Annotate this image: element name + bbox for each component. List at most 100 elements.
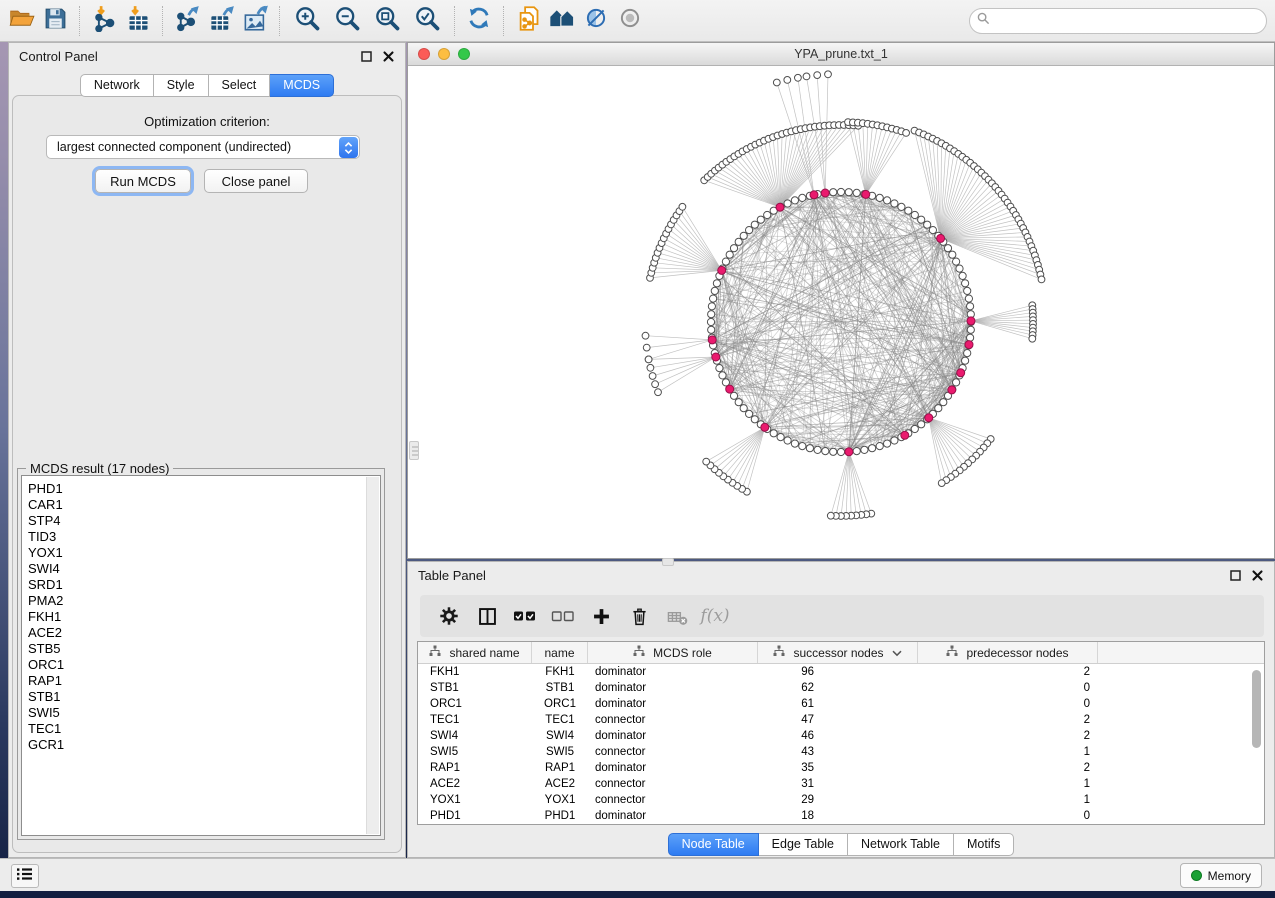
memory-button[interactable]: Memory: [1180, 863, 1262, 888]
zoom-fit-button[interactable]: [367, 4, 407, 38]
mcds-result-item[interactable]: PMA2: [28, 593, 380, 609]
table-cell-shared-name[interactable]: RAP1: [418, 762, 532, 774]
export-image-button[interactable]: [238, 4, 272, 38]
close-panel-icon[interactable]: [382, 50, 395, 63]
table-row[interactable]: ORC1ORC1dominator610: [418, 696, 1264, 712]
table-cell-shared-name[interactable]: FKH1: [418, 666, 532, 678]
import-table-button[interactable]: [121, 4, 155, 38]
mcds-result-item[interactable]: YOX1: [28, 545, 380, 561]
chevron-down-icon[interactable]: [892, 646, 902, 660]
column-header-predecessor-nodes[interactable]: predecessor nodes: [918, 642, 1098, 663]
table-cell-name[interactable]: TEC1: [532, 714, 588, 726]
table-cell-successor-nodes[interactable]: 46: [758, 730, 918, 742]
float-panel-icon[interactable]: [1229, 569, 1242, 582]
column-header-successor-nodes[interactable]: successor nodes: [758, 642, 918, 663]
table-cell-name[interactable]: RAP1: [532, 762, 588, 774]
table-row[interactable]: PHD1PHD1dominator180: [418, 808, 1264, 824]
run-mcds-button[interactable]: Run MCDS: [95, 169, 191, 193]
table-cell-successor-nodes[interactable]: 31: [758, 778, 918, 790]
table-cell-predecessor-nodes[interactable]: 1: [918, 794, 1098, 806]
tab-select[interactable]: Select: [209, 74, 271, 97]
mcds-result-item[interactable]: FKH1: [28, 609, 380, 625]
export-table-button[interactable]: [204, 4, 238, 38]
mcds-result-item[interactable]: SWI4: [28, 561, 380, 577]
add-column-icon[interactable]: [582, 597, 620, 635]
mcds-result-item[interactable]: SWI5: [28, 705, 380, 721]
table-cell-name[interactable]: PHD1: [532, 810, 588, 822]
table-cell-predecessor-nodes[interactable]: 0: [918, 810, 1098, 822]
table-cell-predecessor-nodes[interactable]: 2: [918, 666, 1098, 678]
table-row[interactable]: STB1STB1dominator620: [418, 680, 1264, 696]
table-cell-name[interactable]: YOX1: [532, 794, 588, 806]
table-cell-shared-name[interactable]: ACE2: [418, 778, 532, 790]
share-document-button[interactable]: [511, 4, 545, 38]
table-cell-successor-nodes[interactable]: 43: [758, 746, 918, 758]
export-network-button[interactable]: [170, 4, 204, 38]
table-row[interactable]: FKH1FKH1dominator962: [418, 664, 1264, 680]
table-cell-name[interactable]: FKH1: [532, 666, 588, 678]
import-network-button[interactable]: [87, 4, 121, 38]
gear-icon[interactable]: [430, 597, 468, 635]
search-box[interactable]: [969, 8, 1267, 34]
table-tab-node-table[interactable]: Node Table: [668, 833, 759, 856]
show-panels-button[interactable]: [11, 864, 39, 888]
mcds-result-item[interactable]: TID3: [28, 529, 380, 545]
mcds-result-item[interactable]: ACE2: [28, 625, 380, 641]
table-cell-predecessor-nodes[interactable]: 1: [918, 778, 1098, 790]
table-cell-name[interactable]: STB1: [532, 682, 588, 694]
network-canvas[interactable]: [408, 66, 1274, 558]
zoom-out-button[interactable]: [327, 4, 367, 38]
table-cell-mcds-role[interactable]: connector: [588, 794, 758, 806]
table-cell-successor-nodes[interactable]: 47: [758, 714, 918, 726]
table-cell-successor-nodes[interactable]: 62: [758, 682, 918, 694]
table-cell-mcds-role[interactable]: dominator: [588, 698, 758, 710]
mcds-result-item[interactable]: STB1: [28, 689, 380, 705]
open-session-button[interactable]: [4, 4, 38, 38]
table-row[interactable]: ACE2ACE2connector311: [418, 776, 1264, 792]
table-cell-shared-name[interactable]: PHD1: [418, 810, 532, 822]
table-cell-successor-nodes[interactable]: 35: [758, 762, 918, 774]
table-cell-name[interactable]: SWI5: [532, 746, 588, 758]
search-input[interactable]: [995, 13, 1266, 29]
refresh-button[interactable]: [462, 4, 496, 38]
zoom-window-button[interactable]: [458, 48, 470, 60]
table-row[interactable]: YOX1YOX1connector291: [418, 792, 1264, 808]
select-all-checkboxes-icon[interactable]: [506, 597, 544, 635]
table-tab-network-table[interactable]: Network Table: [848, 833, 954, 856]
zoom-in-button[interactable]: [287, 4, 327, 38]
mcds-result-list[interactable]: PHD1CAR1STP4TID3YOX1SWI4SRD1PMA2FKH1ACE2…: [21, 475, 381, 836]
table-row[interactable]: RAP1RAP1dominator352: [418, 760, 1264, 776]
table-cell-predecessor-nodes[interactable]: 0: [918, 682, 1098, 694]
table-cell-mcds-role[interactable]: connector: [588, 746, 758, 758]
deselect-all-checkboxes-icon[interactable]: [544, 597, 582, 635]
optimization-criterion-select[interactable]: largest connected component (undirected): [46, 135, 360, 159]
table-cell-mcds-role[interactable]: connector: [588, 778, 758, 790]
mcds-result-item[interactable]: TEC1: [28, 721, 380, 737]
column-header-mcds-role[interactable]: MCDS role: [588, 642, 758, 663]
table-cell-mcds-role[interactable]: dominator: [588, 730, 758, 742]
tab-network[interactable]: Network: [80, 74, 154, 97]
mcds-result-item[interactable]: RAP1: [28, 673, 380, 689]
table-cell-predecessor-nodes[interactable]: 2: [918, 730, 1098, 742]
table-row[interactable]: TEC1TEC1connector472: [418, 712, 1264, 728]
table-cell-predecessor-nodes[interactable]: 2: [918, 762, 1098, 774]
save-session-button[interactable]: [38, 4, 72, 38]
tab-mcds[interactable]: MCDS: [270, 74, 334, 97]
table-cell-shared-name[interactable]: STB1: [418, 682, 532, 694]
mcds-list-scrollbar[interactable]: [366, 477, 379, 834]
table-scrollbar-thumb[interactable]: [1252, 670, 1261, 748]
table-cell-shared-name[interactable]: ORC1: [418, 698, 532, 710]
table-cell-shared-name[interactable]: SWI4: [418, 730, 532, 742]
table-cell-name[interactable]: SWI4: [532, 730, 588, 742]
float-panel-icon[interactable]: [360, 50, 373, 63]
column-header-shared-name[interactable]: shared name: [418, 642, 532, 663]
table-cell-successor-nodes[interactable]: 96: [758, 666, 918, 678]
close-panel-button[interactable]: Close panel: [204, 169, 308, 193]
mcds-result-item[interactable]: SRD1: [28, 577, 380, 593]
mcds-result-item[interactable]: GCR1: [28, 737, 380, 753]
table-cell-successor-nodes[interactable]: 29: [758, 794, 918, 806]
show-graphics-details-button[interactable]: [613, 4, 647, 38]
table-cell-predecessor-nodes[interactable]: 0: [918, 698, 1098, 710]
hide-graphics-details-button[interactable]: [579, 4, 613, 38]
mcds-result-item[interactable]: STP4: [28, 513, 380, 529]
